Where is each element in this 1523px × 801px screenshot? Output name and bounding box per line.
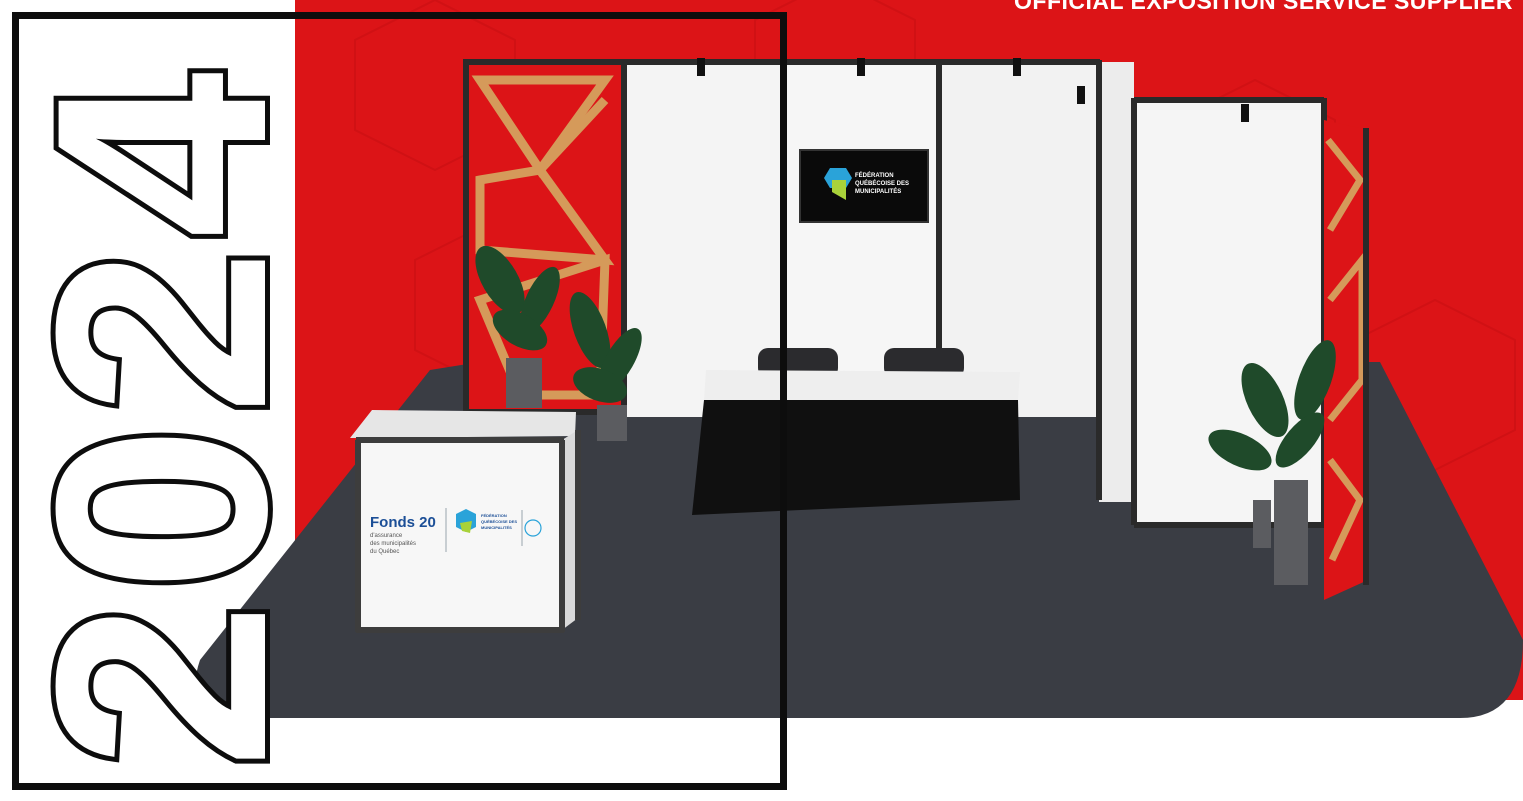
tv-text-line3: MUNICIPALITÉS xyxy=(855,187,901,195)
year-outline-text: 2024 xyxy=(20,57,290,774)
tv-text-line2: QUÉBÉCOISE DES xyxy=(855,179,909,187)
year-label: 2024 xyxy=(20,62,290,769)
tv-text-line1: FÉDÉRATION xyxy=(855,171,894,179)
